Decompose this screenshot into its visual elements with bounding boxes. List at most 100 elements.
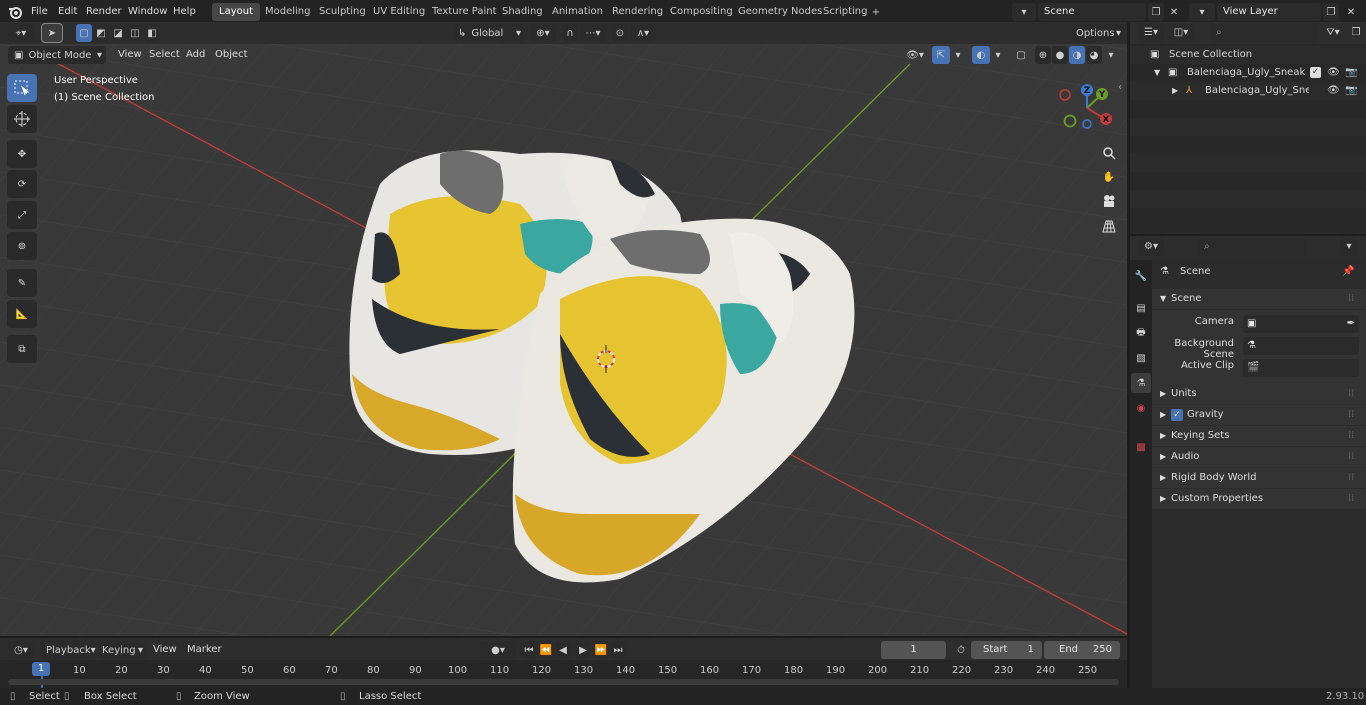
play-icon[interactable]: ▶ bbox=[575, 641, 591, 659]
end-frame-field[interactable]: End 250 bbox=[1044, 641, 1120, 659]
shading-material-preview-icon[interactable]: ◑ bbox=[1069, 46, 1085, 64]
playback-menu[interactable]: Playback ▾ bbox=[40, 641, 96, 659]
jump-to-next-keyframe-icon[interactable]: ⏩ bbox=[593, 641, 609, 659]
panel-audio[interactable]: ▶ Audio ⁞⁞ bbox=[1152, 447, 1366, 467]
outliner-editor-type-icon[interactable]: ☰▾ bbox=[1138, 24, 1164, 42]
timeline-scrollbar[interactable] bbox=[8, 679, 1119, 685]
shading-solid-icon[interactable]: ● bbox=[1052, 46, 1068, 64]
ortho-toggle-grid-icon[interactable] bbox=[1098, 216, 1120, 236]
gravity-checkbox[interactable]: ✓ bbox=[1171, 409, 1183, 421]
panel-gravity[interactable]: ▶ ✓ Gravity ⁞⁞ bbox=[1152, 405, 1366, 425]
options-dropdown[interactable]: Options ▾ bbox=[1072, 24, 1124, 42]
new-scene-icon[interactable]: ❐ bbox=[1148, 3, 1164, 21]
auto-keying-record-icon[interactable]: ●▾ bbox=[480, 641, 516, 659]
tool-select-box-icon[interactable] bbox=[7, 74, 37, 102]
pan-view-hand-icon[interactable]: ✋ bbox=[1098, 167, 1120, 187]
shading-wireframe-icon[interactable]: ⊕ bbox=[1035, 46, 1051, 64]
panel-keying-sets[interactable]: ▶ Keying Sets ⁞⁞ bbox=[1152, 426, 1366, 446]
playhead-frame-indicator[interactable]: 1 bbox=[32, 662, 50, 676]
pivot-point-icon[interactable]: ⊕▾ bbox=[530, 24, 556, 42]
new-view-layer-icon[interactable]: ❐ bbox=[1323, 3, 1339, 21]
timeline-editor-type-icon[interactable]: ◷▾ bbox=[8, 641, 34, 659]
drag-handle-icon[interactable]: ⁞⁞ bbox=[1348, 384, 1354, 404]
workspace-tab-rendering[interactable]: Rendering bbox=[605, 3, 670, 21]
display-mode-icon[interactable]: ◫▾ bbox=[1168, 24, 1194, 42]
workspace-tab-geometry-nodes[interactable]: Geometry Nodes bbox=[731, 3, 829, 21]
render-tab-icon[interactable]: ▤ bbox=[1131, 298, 1151, 318]
workspace-tab-modeling[interactable]: Modeling bbox=[258, 3, 318, 21]
shading-menu-chevron-icon[interactable]: ▾ bbox=[1104, 46, 1118, 64]
drag-handle-icon[interactable]: ⁞⁞ bbox=[1348, 447, 1354, 467]
tool-tab-icon[interactable]: 🔧 bbox=[1131, 266, 1151, 286]
3d-viewport[interactable]: User Perspective (1) Scene Collection Z … bbox=[0, 44, 1127, 636]
scene-section-header[interactable]: ▼ Scene ⁞⁞ bbox=[1152, 289, 1366, 309]
proportional-editing-icon[interactable]: ⊙ bbox=[612, 24, 628, 42]
menu-file[interactable]: File bbox=[25, 0, 54, 24]
outliner-search-input[interactable]: ⌕ bbox=[1210, 24, 1318, 42]
render-camera-icon[interactable]: 📷 bbox=[1345, 82, 1357, 100]
navigation-gizmo[interactable]: Z Y X bbox=[1055, 81, 1119, 135]
new-collection-icon[interactable]: ❐ bbox=[1348, 24, 1364, 42]
select-mode-invert-icon[interactable]: ◫ bbox=[127, 24, 143, 42]
workspace-tab-layout[interactable]: Layout bbox=[212, 3, 260, 21]
current-frame-field[interactable]: 1 bbox=[881, 641, 946, 659]
drag-handle-icon[interactable]: ⁞⁞ bbox=[1348, 289, 1354, 309]
world-tab-icon[interactable]: ◉ bbox=[1131, 398, 1151, 418]
render-camera-icon[interactable]: 📷 bbox=[1345, 64, 1357, 82]
remove-scene-icon[interactable]: ✕ bbox=[1166, 3, 1182, 21]
jump-to-end-icon[interactable]: ⏭ bbox=[610, 641, 626, 659]
xray-toggle-icon[interactable]: ▢ bbox=[1013, 46, 1029, 64]
tool-transform-icon[interactable]: ⊚ bbox=[7, 232, 37, 260]
start-frame-field[interactable]: Start 1 bbox=[971, 641, 1042, 659]
scene-selector-icon[interactable]: ▾ bbox=[1012, 3, 1036, 21]
blender-logo-icon[interactable] bbox=[7, 4, 23, 20]
menu-window[interactable]: Window bbox=[122, 0, 173, 24]
select-mode-new-icon[interactable]: ▢ bbox=[76, 24, 92, 42]
drag-handle-icon[interactable]: ⁞⁞ bbox=[1348, 489, 1354, 509]
workspace-tab-compositing[interactable]: Compositing bbox=[663, 3, 740, 21]
scene-name-field[interactable]: Scene bbox=[1038, 3, 1146, 21]
falloff-curve-icon[interactable]: ∧▾ bbox=[630, 24, 656, 42]
drag-handle-icon[interactable]: ⁞⁞ bbox=[1348, 468, 1354, 488]
view-layer-selector-icon[interactable]: ▾ bbox=[1189, 3, 1215, 21]
menu-edit[interactable]: Edit bbox=[52, 0, 83, 24]
drag-handle-icon[interactable]: ⁞⁞ bbox=[1348, 405, 1354, 425]
eyedropper-icon[interactable]: ✒ bbox=[1347, 315, 1355, 333]
visibility-eye-icon[interactable]: 👁 bbox=[1327, 82, 1340, 100]
snap-target-icon[interactable]: ⋯▾ bbox=[580, 24, 606, 42]
select-tool-icon[interactable]: ➤ bbox=[41, 23, 63, 43]
menu-help[interactable]: Help bbox=[167, 0, 202, 24]
properties-editor-type-icon[interactable]: ⚙▾ bbox=[1138, 238, 1164, 256]
tool-annotate-icon[interactable]: ✎ bbox=[7, 269, 37, 297]
drag-handle-icon[interactable]: ⁞⁞ bbox=[1348, 426, 1354, 446]
overlays-menu-chevron-icon[interactable]: ▾ bbox=[991, 46, 1005, 64]
properties-search-input[interactable]: ⌕ bbox=[1198, 238, 1306, 256]
tool-scale-icon[interactable]: ⤢ bbox=[7, 201, 37, 229]
viewport-menu-object[interactable]: Object bbox=[209, 44, 254, 66]
keying-menu[interactable]: Keying ▾ bbox=[98, 641, 146, 659]
jump-to-start-icon[interactable]: ⏮ bbox=[521, 641, 537, 659]
menu-render[interactable]: Render bbox=[80, 0, 128, 24]
object-mode-dropdown[interactable]: ▣ Object Mode ▾ bbox=[8, 46, 106, 64]
tool-add-cube-icon[interactable]: ⧉ bbox=[7, 335, 37, 363]
overlays-toggle-icon[interactable]: ◐ bbox=[972, 46, 990, 64]
tool-move-icon[interactable]: ✥ bbox=[7, 140, 37, 168]
camera-field[interactable]: ▣ ✒ bbox=[1243, 315, 1359, 333]
object-visibility-icon[interactable]: 👁▾ bbox=[902, 46, 928, 64]
view-layer-field[interactable]: View Layer bbox=[1217, 3, 1321, 21]
workspace-tab-shading[interactable]: Shading bbox=[495, 3, 550, 21]
filter-icon[interactable]: ⛛▾ bbox=[1320, 24, 1346, 42]
outliner-row-object[interactable]: ▶ ⅄ Balenciaga_Ugly_Sneake 👁 📷 bbox=[1130, 82, 1366, 100]
add-workspace-icon[interactable]: + bbox=[869, 5, 883, 19]
workspace-tab-uv-editing[interactable]: UV Editing bbox=[366, 3, 432, 21]
preview-range-clock-icon[interactable]: ⏱ bbox=[953, 641, 969, 659]
expand-arrow-icon[interactable]: ▶ bbox=[1172, 82, 1178, 100]
outliner-row-scene-collection[interactable]: ▣ Scene Collection bbox=[1130, 46, 1366, 64]
timeline-menu-marker[interactable]: Marker bbox=[181, 638, 228, 660]
tool-measure-icon[interactable]: 📐 bbox=[7, 300, 37, 328]
sidebar-toggle-chevron-icon[interactable]: ‹ bbox=[1118, 82, 1122, 93]
remove-view-layer-icon[interactable]: ✕ bbox=[1343, 3, 1359, 21]
workspace-tab-scripting[interactable]: Scripting bbox=[816, 3, 874, 21]
scene-tab-icon[interactable]: ⚗ bbox=[1131, 373, 1151, 393]
zoom-view-icon[interactable] bbox=[1098, 143, 1120, 163]
